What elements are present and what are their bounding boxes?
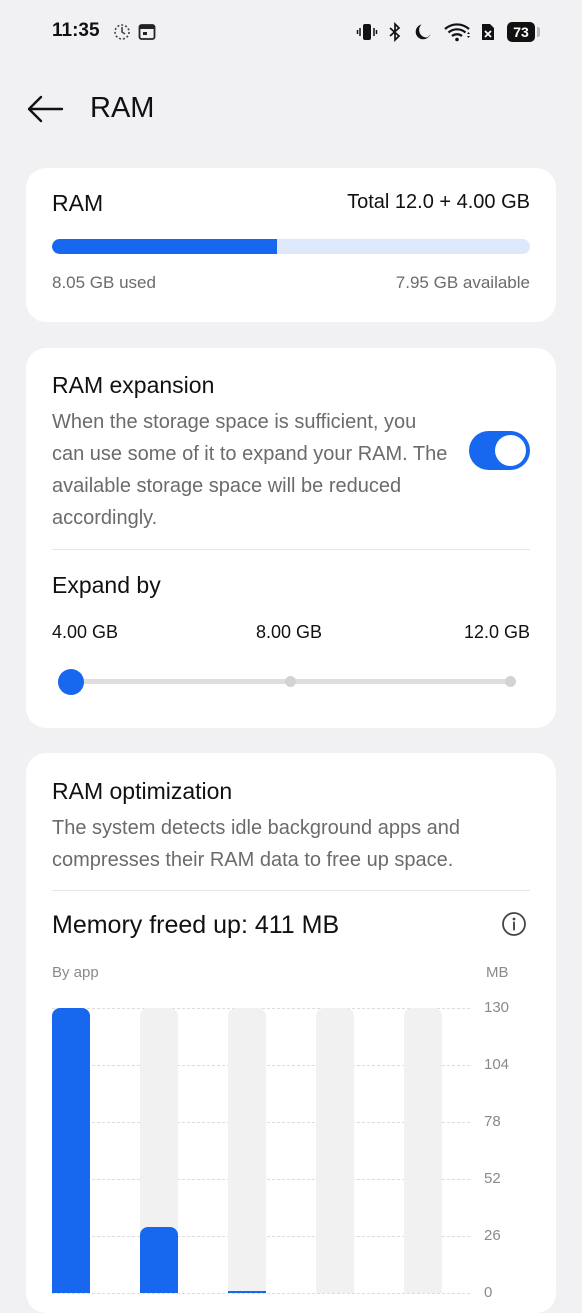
bar-value: [52, 1008, 90, 1293]
sim-icon: [482, 24, 494, 40]
by-app-label: By app: [52, 964, 99, 981]
toggle-knob: [495, 435, 526, 466]
slider-stop-12gb[interactable]: [505, 676, 516, 687]
memory-freed-title: Memory freed up: 411 MB: [52, 911, 340, 939]
y-tick-label: 52: [484, 1170, 501, 1187]
status-bar: 11:35 73: [0, 0, 582, 64]
vibrate-icon: [356, 24, 378, 40]
bluetooth-icon: [389, 22, 401, 42]
arrow-left-icon: [27, 95, 64, 123]
expand-slider-thumb[interactable]: [58, 669, 84, 695]
page-title: RAM: [90, 92, 155, 124]
ram-available: 7.95 GB available: [395, 273, 530, 292]
bar-background: [316, 1008, 354, 1293]
info-icon: [502, 912, 526, 936]
unit-label: MB: [486, 964, 509, 981]
slider-stop-8gb[interactable]: [285, 676, 296, 687]
back-button[interactable]: [24, 88, 68, 132]
wifi-icon: [444, 23, 470, 42]
ram-usage-card: RAM Total 12.0 + 4.00 GB 8.05 GB used 7.…: [26, 168, 556, 322]
calendar-icon: [138, 24, 156, 40]
bar-value: [228, 1291, 266, 1293]
ram-total: Total 12.0 + 4.00 GB: [347, 191, 530, 213]
ram-optimization-description: The system detects idle background apps …: [52, 817, 461, 871]
option-12gb[interactable]: 12.0 GB: [464, 622, 530, 643]
status-time: 11:35: [52, 20, 100, 41]
moon-icon: [415, 24, 431, 40]
ram-label: RAM: [52, 190, 104, 216]
y-tick-label: 0: [484, 1284, 493, 1301]
battery-icon: 73: [507, 22, 535, 42]
y-tick-label: 78: [484, 1113, 501, 1130]
y-tick-label: 26: [484, 1227, 501, 1244]
ram-used: 8.05 GB used: [52, 273, 156, 292]
y-tick-label: 130: [484, 999, 510, 1016]
ram-expansion-card: RAM expansion When the storage space is …: [26, 348, 556, 728]
ram-usage-bar: [52, 239, 530, 254]
divider: [52, 549, 530, 550]
battery-nub: [537, 27, 540, 37]
ram-expansion-toggle[interactable]: [469, 431, 530, 470]
bar-value: [140, 1227, 178, 1293]
ram-expansion-title: RAM expansion: [52, 372, 215, 398]
ram-optimization-title: RAM optimization: [52, 778, 233, 804]
expand-by-title: Expand by: [52, 572, 161, 598]
bar-background: [52, 1008, 90, 1293]
info-button[interactable]: [501, 911, 527, 937]
option-8gb[interactable]: 8.00 GB: [256, 622, 322, 643]
gridline: [52, 1293, 470, 1294]
bar-background: [228, 1008, 266, 1293]
ram-usage-fill: [52, 239, 277, 254]
bar-background: [140, 1008, 178, 1293]
divider: [52, 890, 530, 891]
clock-icon: [114, 24, 130, 40]
ram-expansion-description: When the storage space is sufficient, yo…: [52, 411, 448, 529]
bar-background: [404, 1008, 442, 1293]
option-4gb[interactable]: 4.00 GB: [52, 622, 118, 643]
y-tick-label: 104: [484, 1056, 510, 1073]
ram-optimization-card: RAM optimization The system detects idle…: [26, 753, 556, 1313]
